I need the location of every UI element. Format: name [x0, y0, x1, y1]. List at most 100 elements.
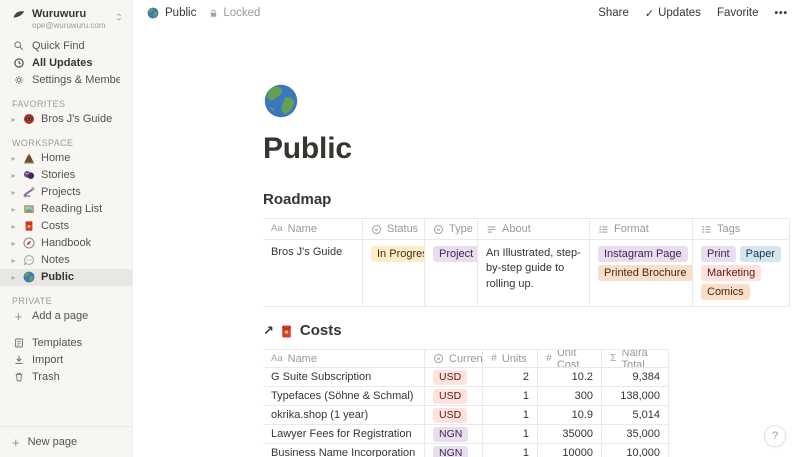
cell-naira-total[interactable]: 10,000 [602, 444, 669, 457]
tool-item-templates[interactable]: Templates [0, 335, 132, 352]
cell-name[interactable]: G Suite Subscription [263, 368, 425, 386]
toggle-chevron-icon[interactable]: ▸ [8, 222, 19, 231]
red-envelope-icon [22, 220, 36, 232]
cell-currency[interactable]: USD [425, 368, 483, 386]
cell-units[interactable]: 1 [483, 406, 538, 424]
cell-unit-cost[interactable]: 10.9 [538, 406, 602, 424]
add-a-page-button[interactable]: + Add a page [0, 308, 132, 325]
share-button[interactable]: Share [598, 7, 629, 19]
costs-row: Business Name Incorporation NGN 1 10000 10,0… [263, 444, 669, 457]
workspace-section-label: WORKSPACE [12, 137, 74, 148]
tag-chip: Comics [701, 284, 750, 300]
cell-naira-total[interactable]: 9,384 [602, 368, 669, 386]
sidebar-item-stories[interactable]: ▸ Stories [0, 167, 132, 184]
column-header-type[interactable]: Type [425, 219, 478, 239]
cell-unit-cost[interactable]: 10.2 [538, 368, 602, 386]
sidebar-item-notes[interactable]: ▸ Notes [0, 252, 132, 269]
gear-icon [12, 74, 25, 87]
cell-unit-cost[interactable]: 300 [538, 387, 602, 405]
notion-app: Wuruwuru ope@wuruwuru.com Quick Find All … [0, 0, 800, 457]
help-button[interactable]: ? [764, 425, 786, 447]
sidebar-item-public[interactable]: ▸ Public [0, 268, 132, 286]
tag-chip: Paper [739, 246, 781, 262]
cell-naira-total[interactable]: 35,000 [602, 425, 669, 443]
updates-button[interactable]: ✓ Updates [645, 7, 701, 20]
sidebar-item-reading-list[interactable]: ▸ Reading List [0, 201, 132, 218]
sidebar-item-bros-j-s-guide[interactable]: ▸ Bros J's Guide [0, 111, 132, 128]
toggle-chevron-icon[interactable]: ▸ [8, 256, 19, 265]
topbar-right: Share ✓ Updates Favorite ••• [598, 7, 788, 20]
cell-naira-total[interactable]: 138,000 [602, 387, 669, 405]
cell-format[interactable]: Instagram Page Printed Brochure [590, 240, 693, 306]
column-header-name[interactable]: Aa Name [263, 350, 425, 367]
sidebar-item-projects[interactable]: ▸ Projects [0, 184, 132, 201]
workspace-switcher[interactable]: Wuruwuru ope@wuruwuru.com [0, 0, 132, 36]
cell-about[interactable]: An Illustrated, step-by-step guide to ro… [478, 240, 590, 306]
cell-name[interactable]: Typefaces (Söhne & Schmal) [263, 387, 425, 405]
column-header-currency[interactable]: Currency [425, 350, 483, 367]
sidebar-item-label: Reading List [41, 203, 103, 216]
cell-currency[interactable]: NGN [425, 425, 483, 443]
column-header-label: Naira Total [621, 350, 648, 367]
cell-name[interactable]: okrika.shop (1 year) [263, 406, 425, 424]
masks-icon [22, 169, 36, 181]
cell-name[interactable]: Lawyer Fees for Registration [263, 425, 425, 443]
cell-status[interactable]: In Progress [363, 240, 425, 306]
cell-units[interactable]: 1 [483, 444, 538, 457]
cell-currency[interactable]: USD [425, 387, 483, 405]
tag-chip: NGN [433, 426, 469, 442]
toggle-chevron-icon[interactable]: ▸ [8, 205, 19, 214]
toggle-chevron-icon[interactable]: ▸ [8, 188, 19, 197]
breadcrumb[interactable]: Public [146, 7, 196, 19]
toggle-chevron-icon[interactable]: ▸ [8, 115, 19, 124]
sidebar-item-home[interactable]: ▸ Home [0, 150, 132, 167]
menu-item-settings-members[interactable]: Settings & Members [0, 72, 132, 89]
column-header-about[interactable]: About [478, 219, 590, 239]
toggle-chevron-icon[interactable]: ▸ [8, 239, 19, 248]
column-header-label: Name [287, 223, 317, 235]
column-header-label: About [502, 223, 531, 235]
toggle-chevron-icon[interactable]: ▸ [8, 154, 19, 163]
tool-item-trash[interactable]: Trash [0, 369, 132, 386]
cell-tags[interactable]: Print Paper Marketing Comics [693, 240, 790, 306]
cell-unit-cost[interactable]: 10000 [538, 444, 602, 457]
cell-naira-total[interactable]: 5,014 [602, 406, 669, 424]
tool-item-import[interactable]: Import [0, 352, 132, 369]
locked-toggle[interactable]: Locked [208, 7, 260, 19]
cell-unit-cost[interactable]: 35000 [538, 425, 602, 443]
column-header-units[interactable]: # Units [483, 350, 538, 367]
column-header-naira-total[interactable]: Σ Naira Total [602, 350, 669, 367]
toggle-chevron-icon[interactable]: ▸ [8, 171, 19, 180]
cell-currency[interactable]: NGN [425, 444, 483, 457]
cell-name[interactable]: Bros J's Guide [263, 240, 363, 306]
cell-name[interactable]: Business Name Incorporation [263, 444, 425, 457]
favorites-section-label: FAVORITES [12, 98, 66, 109]
column-header-unit-cost[interactable]: # Unit Cost [538, 350, 602, 367]
cell-units[interactable]: 2 [483, 368, 538, 386]
column-header-status[interactable]: Status [363, 219, 425, 239]
favorite-button[interactable]: Favorite [717, 7, 759, 19]
more-button[interactable]: ••• [774, 8, 788, 19]
workspace-pages-list: ▸ Home ▸ Stories ▸ Projects ▸ Reading List ▸ Cost… [0, 150, 132, 286]
page-icon-globe[interactable] [263, 83, 299, 119]
costs-heading[interactable]: ↗ Costs [263, 321, 800, 341]
multiselect-property-icon [701, 224, 712, 235]
cell-currency[interactable]: USD [425, 406, 483, 424]
menu-item-all-updates[interactable]: All Updates [0, 55, 132, 72]
sidebar-item-handbook[interactable]: ▸ Handbook [0, 235, 132, 252]
column-header-tags[interactable]: Tags [693, 219, 790, 239]
cell-units[interactable]: 1 [483, 387, 538, 405]
cell-units[interactable]: 1 [483, 425, 538, 443]
tag-chip: USD [433, 407, 468, 423]
new-page-button[interactable]: + New page [0, 426, 132, 457]
column-header-name[interactable]: Aa Name [263, 219, 363, 239]
topbar-left: Public Locked [146, 7, 260, 19]
toggle-chevron-icon[interactable]: ▸ [8, 273, 19, 282]
globe-icon [22, 271, 36, 283]
chevron-updown-icon[interactable] [114, 12, 124, 25]
column-header-label: Format [614, 223, 649, 235]
column-header-format[interactable]: Format [590, 219, 693, 239]
menu-item-quick-find[interactable]: Quick Find [0, 38, 132, 55]
sidebar-item-costs[interactable]: ▸ Costs [0, 218, 132, 235]
cell-type[interactable]: Project [425, 240, 478, 306]
